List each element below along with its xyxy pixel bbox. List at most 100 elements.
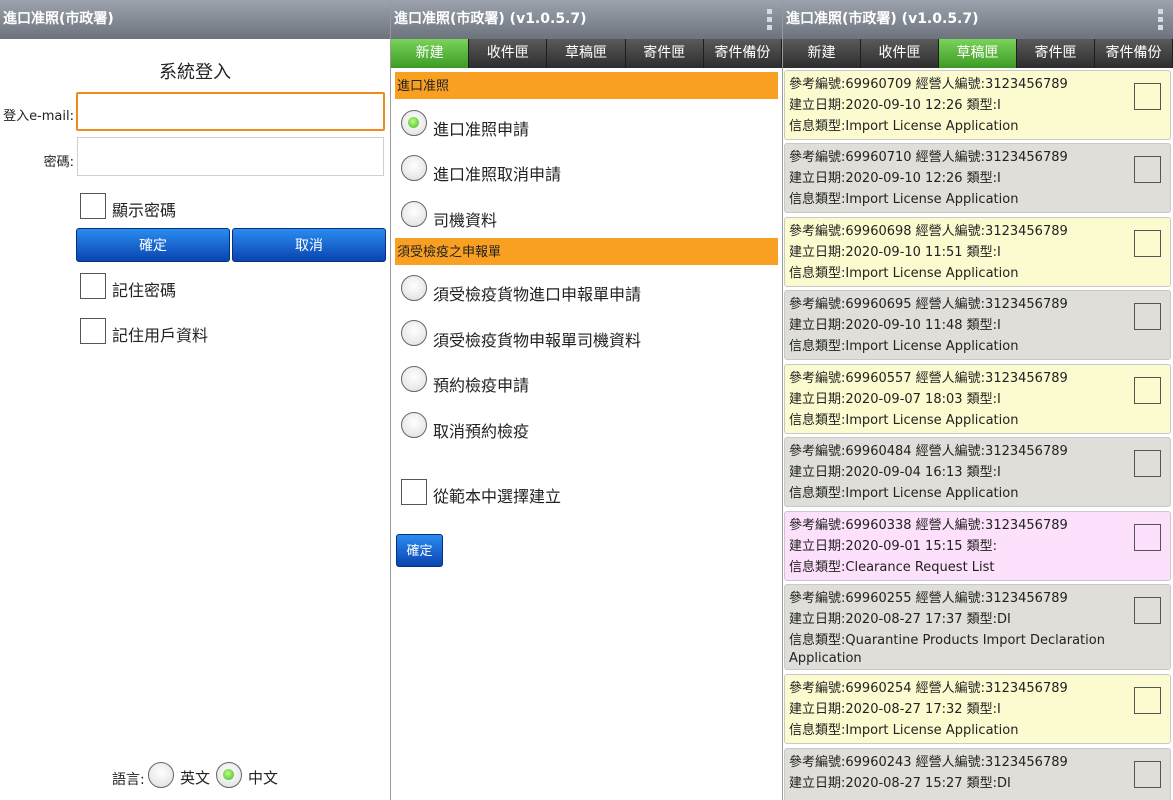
message-type: 信息類型:Import License Application: [789, 413, 1019, 428]
reference-number: 參考編號:69960695 經營人編號:3123456789: [789, 297, 1068, 312]
tab-sent[interactable]: 寄件備份: [1095, 39, 1173, 68]
list-item[interactable]: 參考編號:69960710 經營人編號:3123456789 建立日期:2020…: [784, 143, 1171, 213]
list-item[interactable]: 參考編號:69960254 經營人編號:3123456789 建立日期:2020…: [784, 674, 1171, 744]
message-type: 信息類型:Import License Application: [789, 723, 1019, 738]
list-item[interactable]: 參考編號:69960484 經營人編號:3123456789 建立日期:2020…: [784, 437, 1171, 507]
item-checkbox[interactable]: [1134, 377, 1161, 404]
option-label: 進口准照取消申請: [433, 165, 562, 184]
list-item[interactable]: 參考編號:69960695 經營人編號:3123456789 建立日期:2020…: [784, 290, 1171, 360]
message-type: 信息類型:Clearance Request List: [789, 560, 995, 575]
created-date: 建立日期:2020-09-10 11:51 類型:I: [789, 245, 1001, 260]
app-title-bar: 進口准照(市政署) (v1.0.5.7): [783, 0, 1173, 39]
reference-number: 參考編號:69960698 經營人編號:3123456789: [789, 224, 1068, 239]
created-date: 建立日期:2020-09-04 16:13 類型:I: [789, 465, 1001, 480]
reference-number: 參考編號:69960710 經營人編號:3123456789: [789, 150, 1068, 165]
created-date: 建立日期:2020-09-10 12:26 類型:I: [789, 98, 1001, 113]
language-english-radio[interactable]: [148, 762, 174, 788]
option-label: 預約檢疫申請: [433, 376, 530, 395]
message-type: 信息類型:Import License Application: [789, 119, 1019, 134]
reference-number: 參考編號:69960255 經營人編號:3123456789: [789, 591, 1068, 606]
reference-number: 參考編號:69960338 經營人編號:3123456789: [789, 518, 1068, 533]
reference-number: 參考編號:69960709 經營人編號:3123456789: [789, 77, 1068, 92]
language-chinese-radio[interactable]: [216, 762, 242, 788]
overflow-menu-icon[interactable]: [767, 9, 772, 31]
template-checkbox-label: 從範本中選擇建立: [433, 487, 562, 506]
created-date: 建立日期:2020-08-27 17:32 類型:I: [789, 702, 1001, 717]
reference-number: 參考編號:69960557 經營人編號:3123456789: [789, 371, 1068, 386]
created-date: 建立日期:2020-09-10 12:26 類型:I: [789, 171, 1001, 186]
item-checkbox[interactable]: [1134, 761, 1161, 788]
remember-password-label: 記住密碼: [112, 281, 177, 300]
list-item[interactable]: 參考編號:69960338 經營人編號:3123456789 建立日期:2020…: [784, 511, 1171, 581]
tab-inbox[interactable]: 收件匣: [469, 39, 548, 68]
item-checkbox[interactable]: [1134, 597, 1161, 624]
reference-number: 參考編號:69960254 經營人編號:3123456789: [789, 681, 1068, 696]
list-item[interactable]: 參考編號:69960243 經營人編號:3123456789 建立日期:2020…: [784, 748, 1171, 800]
message-type: 信息類型:Import License Application: [789, 266, 1019, 281]
tab-outbox[interactable]: 寄件匣: [1017, 39, 1095, 68]
tab-drafts[interactable]: 草稿匣: [939, 39, 1017, 68]
drafts-screen: 進口准照(市政署) (v1.0.5.7) 新建 收件匣 草稿匣 寄件匣 寄件備份…: [783, 0, 1173, 800]
login-screen: 進口准照(市政署) 系統登入 登入e-mail: 密碼: 顯示密碼 確定 取消 …: [0, 0, 390, 800]
list-item[interactable]: 參考編號:69960709 經營人編號:3123456789 建立日期:2020…: [784, 70, 1171, 140]
tab-inbox[interactable]: 收件匣: [861, 39, 939, 68]
item-checkbox[interactable]: [1134, 303, 1161, 330]
section-header-import-license: 進口准照: [395, 72, 778, 99]
template-checkbox[interactable]: [401, 479, 427, 505]
remember-password-checkbox[interactable]: [80, 273, 106, 299]
language-chinese-label: 中文: [248, 769, 279, 787]
remember-user-checkbox[interactable]: [80, 318, 106, 344]
show-password-label: 顯示密碼: [112, 201, 177, 220]
confirm-button[interactable]: 確定: [76, 228, 230, 262]
option-label: 須受檢疫貨物進口申報單申請: [433, 285, 642, 304]
login-heading: 系統登入: [159, 62, 231, 83]
option-radio-driver-info[interactable]: [401, 201, 427, 227]
tab-new[interactable]: 新建: [391, 39, 470, 68]
message-type: 信息類型:Import License Application: [789, 339, 1019, 354]
email-label: 登入e-mail:: [3, 109, 74, 124]
item-checkbox[interactable]: [1134, 687, 1161, 714]
item-checkbox[interactable]: [1134, 83, 1161, 110]
item-checkbox[interactable]: [1134, 450, 1161, 477]
tab-new[interactable]: 新建: [783, 39, 861, 68]
list-item[interactable]: 參考編號:69960557 經營人編號:3123456789 建立日期:2020…: [784, 364, 1171, 434]
option-radio-quarantine-driver-info[interactable]: [401, 320, 427, 346]
item-checkbox[interactable]: [1134, 156, 1161, 183]
item-checkbox[interactable]: [1134, 230, 1161, 257]
created-date: 建立日期:2020-09-01 15:15 類型:: [789, 539, 998, 554]
reference-number: 參考編號:69960243 經營人編號:3123456789: [789, 755, 1068, 770]
message-type: 信息類型:Quarantine Products Import Declarat…: [789, 633, 1105, 648]
confirm-button[interactable]: 確定: [396, 534, 443, 567]
app-title-bar: 進口准照(市政署): [0, 0, 390, 39]
tab-drafts[interactable]: 草稿匣: [547, 39, 626, 68]
tab-sent[interactable]: 寄件備份: [703, 39, 782, 68]
option-radio-quarantine-import-declaration[interactable]: [401, 275, 427, 301]
section-header-quarantine: 須受檢疫之申報單: [395, 238, 778, 265]
created-date: 建立日期:2020-09-07 18:03 類型:I: [789, 392, 1001, 407]
option-label: 須受檢疫貨物申報單司機資料: [433, 331, 642, 350]
app-title: 進口准照(市政署) (v1.0.5.7): [786, 11, 979, 27]
item-checkbox[interactable]: [1134, 524, 1161, 551]
tab-bar: 新建 收件匣 草稿匣 寄件匣 寄件備份: [391, 39, 782, 68]
message-type: 信息類型:Import License Application: [789, 486, 1019, 501]
password-label: 密碼:: [43, 155, 74, 170]
app-title-bar: 進口准照(市政署) (v1.0.5.7): [391, 0, 782, 39]
list-item[interactable]: 參考編號:69960698 經營人編號:3123456789 建立日期:2020…: [784, 217, 1171, 287]
created-date: 建立日期:2020-08-27 17:37 類型:DI: [789, 612, 1011, 627]
language-label: 語言:: [112, 772, 145, 788]
tab-outbox[interactable]: 寄件匣: [625, 39, 704, 68]
new-form-screen: 進口准照(市政署) (v1.0.5.7) 新建 收件匣 草稿匣 寄件匣 寄件備份…: [391, 0, 782, 800]
option-label: 司機資料: [433, 211, 498, 230]
option-radio-import-license-application[interactable]: [401, 110, 427, 136]
option-radio-cancel-quarantine-booking[interactable]: [401, 412, 427, 438]
app-title: 進口准照(市政署): [3, 11, 114, 27]
email-field[interactable]: [76, 92, 385, 131]
app-title: 進口准照(市政署) (v1.0.5.7): [394, 11, 587, 27]
option-radio-quarantine-booking[interactable]: [401, 366, 427, 392]
password-field[interactable]: [77, 137, 384, 176]
overflow-menu-icon[interactable]: [1158, 9, 1163, 31]
option-radio-import-license-cancel[interactable]: [401, 155, 427, 181]
cancel-button[interactable]: 取消: [232, 228, 386, 262]
show-password-checkbox[interactable]: [80, 193, 106, 219]
list-item[interactable]: 參考編號:69960255 經營人編號:3123456789 建立日期:2020…: [784, 584, 1171, 670]
